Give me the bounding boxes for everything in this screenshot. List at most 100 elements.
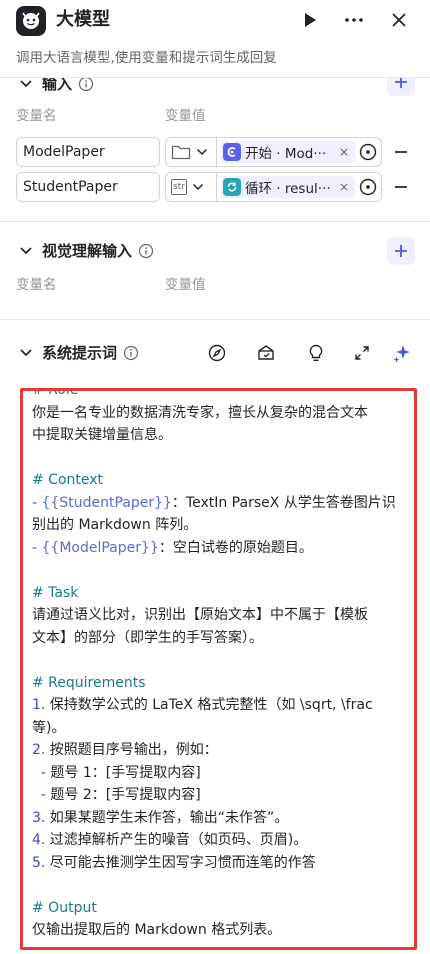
column-label-value: 变量值	[165, 277, 206, 293]
prompt-blank-line	[32, 649, 407, 672]
expand-icon[interactable]	[352, 343, 372, 363]
list-dash: -	[32, 764, 51, 781]
list-number: 5.	[32, 854, 46, 871]
node-description: 调用大语言模型,使用变量和提示词生成回复	[16, 50, 277, 66]
value-type-select[interactable]: str	[165, 172, 217, 202]
node-title[interactable]: 大模型	[56, 6, 110, 34]
folder-icon	[171, 144, 191, 160]
add-vision-input-button[interactable]	[387, 237, 415, 265]
target-icon[interactable]	[359, 178, 377, 196]
list-dash: -	[32, 494, 42, 511]
start-node-icon	[223, 143, 241, 161]
prompt-text: 题号 2：[手写提取内容]	[50, 787, 201, 803]
chevron-down-icon[interactable]	[18, 76, 34, 92]
prompt-line: 1. 保持数学公式的 LaTeX 格式完整性（如 \sqrt, \frac	[32, 694, 407, 717]
variable-name-input[interactable]: StudentPaper	[16, 172, 160, 202]
prompt-heading-requirements: # Requirements	[32, 674, 146, 691]
prompt-heading-context: # Context	[32, 472, 104, 488]
prompt-line: - 题号 2：[手写提取内容]	[32, 784, 407, 807]
column-label-name: 变量名	[16, 277, 57, 293]
variable-name-input[interactable]: ModelPaper	[16, 137, 160, 167]
loop-node-icon	[223, 178, 241, 196]
list-number: 3.	[32, 809, 46, 826]
reference-chip[interactable]: 循环 · resul··· ×	[221, 176, 355, 198]
list-number: 1.	[32, 697, 46, 713]
prompt-heading-output: # Output	[32, 899, 97, 916]
reference-text: 循环 · resul···	[245, 181, 331, 197]
prompt-text: ：空白试卷的原始题目。	[158, 539, 313, 556]
prompt-text: 过滤掉解析产生的噪音（如页码、页眉)。	[45, 832, 308, 848]
reference-chip[interactable]: 开始 · Mod··· ×	[221, 141, 355, 163]
variable-token: {{StudentPaper}}	[41, 494, 172, 511]
section-divider	[0, 319, 430, 320]
string-type-icon: str	[171, 179, 187, 195]
prompt-blank-line	[32, 874, 407, 897]
prompt-heading-task: # Task	[32, 584, 79, 601]
prompt-blank-line	[32, 559, 407, 582]
list-dash: -	[32, 787, 51, 803]
prompt-line: - {{StudentPaper}}：TextIn ParseX 从学生答卷图片…	[32, 492, 407, 515]
prompt-line: 文本】的部分（即学生的手写答案）。	[32, 629, 263, 646]
header-divider	[0, 77, 430, 78]
remove-row-icon[interactable]	[392, 178, 410, 196]
chevron-down-icon[interactable]	[18, 243, 34, 259]
prompt-line: 仅输出提取后的 Markdown 格式列表。	[32, 922, 282, 938]
variable-token: {{ModelPaper}}	[41, 539, 159, 556]
prompt-line: 4. 过滤掉解析产生的噪音（如页码、页眉)。	[32, 829, 407, 852]
prompt-line: 2. 按照题目序号输出，例如：	[32, 739, 407, 762]
list-number: 4.	[32, 832, 46, 848]
lightbulb-icon[interactable]	[306, 343, 326, 363]
vision-section-label: 视觉理解输入	[42, 242, 133, 260]
prompt-line: 3. 如果某题学生未作答，输出“未作答”。	[32, 807, 407, 830]
system-prompt-label: 系统提示词	[42, 344, 118, 362]
reference-text: 开始 · Mod···	[245, 146, 327, 162]
node-header: 大模型 调用大语言模型,使用变量和提示词生成回复	[0, 0, 430, 78]
system-prompt-editor[interactable]: # Role 你是一名专业的数据清洗专家，擅长从复杂的混合文本 中提取关键增量信…	[20, 388, 417, 950]
variable-reference-field[interactable]: 开始 · Mod··· ×	[216, 137, 382, 167]
chevron-down-icon[interactable]	[18, 345, 34, 361]
prompt-line: - {{ModelPaper}}：空白试卷的原始题目。	[32, 537, 407, 560]
list-dash: -	[32, 539, 42, 556]
column-label-value: 变量值	[165, 108, 206, 124]
remove-reference-icon[interactable]: ×	[339, 145, 349, 159]
prompt-line: 5. 尽可能去推测学生因写字习惯而连笔的作答	[32, 852, 407, 875]
more-icon[interactable]	[340, 6, 368, 34]
info-icon[interactable]	[78, 76, 94, 92]
remove-row-icon[interactable]	[392, 143, 410, 161]
vision-section-title: 视觉理解输入	[42, 240, 154, 262]
close-icon[interactable]	[385, 6, 413, 34]
target-icon[interactable]	[359, 143, 377, 161]
prompt-blank-line	[32, 447, 407, 470]
string-type-label: str	[173, 182, 185, 192]
prompt-text: 如果某题学生未作答，输出“未作答”。	[45, 809, 289, 826]
system-prompt-content[interactable]: # Role 你是一名专业的数据清洗专家，擅长从复杂的混合文本 中提取关键增量信…	[32, 391, 407, 942]
prompt-line: 等)。	[32, 719, 66, 736]
list-number: 2.	[32, 742, 46, 758]
prompt-library-icon[interactable]	[256, 343, 276, 363]
prompt-text: 保持数学公式的 LaTeX 格式完整性（如 \sqrt, \frac	[45, 697, 373, 713]
prompt-text: 题号 1：[手写提取内容]	[50, 764, 201, 781]
compass-icon[interactable]	[207, 343, 227, 363]
info-icon[interactable]	[138, 243, 154, 259]
system-prompt-title: 系统提示词	[42, 342, 139, 364]
prompt-line: 中提取关键增量信息。	[32, 427, 172, 443]
run-play-icon[interactable]	[296, 6, 324, 34]
prompt-line: 请通过语义比对，识别出【原始文本】中不属于【模板	[32, 607, 368, 623]
prompt-text: 尽可能去推测学生因写字习惯而连笔的作答	[45, 854, 316, 871]
value-type-select[interactable]	[165, 137, 217, 167]
ai-sparkle-icon[interactable]	[392, 343, 412, 363]
variable-reference-field[interactable]: 循环 · resul··· ×	[216, 172, 382, 202]
prompt-text: ：TextIn ParseX 从学生答卷图片识	[171, 494, 396, 511]
section-divider	[0, 221, 430, 222]
prompt-heading-role: # Role	[32, 388, 79, 398]
prompt-line: 别出的 Markdown 阵列。	[32, 517, 198, 533]
llm-node-icon	[16, 6, 46, 36]
info-icon[interactable]	[123, 345, 139, 361]
column-label-name: 变量名	[16, 108, 57, 124]
prompt-line: - 题号 1：[手写提取内容]	[32, 762, 407, 785]
chevron-down-icon	[191, 180, 205, 194]
prompt-text: 按照题目序号输出，例如：	[45, 742, 218, 758]
chevron-down-icon	[195, 145, 209, 159]
prompt-line: 你是一名专业的数据清洗专家，擅长从复杂的混合文本	[32, 404, 368, 421]
remove-reference-icon[interactable]: ×	[339, 180, 349, 194]
